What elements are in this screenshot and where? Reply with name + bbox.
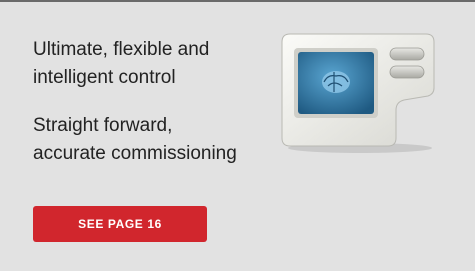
feature-line-1b: intelligent control: [33, 67, 176, 88]
see-page-button-label: SEE PAGE 16: [78, 217, 162, 231]
promo-text: Ultimate, flexible and intelligent contr…: [33, 36, 263, 168]
feature-line-2b: accurate commissioning: [33, 143, 237, 164]
brain-icon: [322, 71, 350, 93]
top-divider: [0, 0, 475, 2]
see-page-button[interactable]: SEE PAGE 16: [33, 206, 207, 242]
feature-line-1a: Ultimate, flexible and: [33, 39, 210, 60]
feature-line-2a: Straight forward,: [33, 115, 173, 136]
thermostat-controller-icon: [276, 30, 442, 154]
